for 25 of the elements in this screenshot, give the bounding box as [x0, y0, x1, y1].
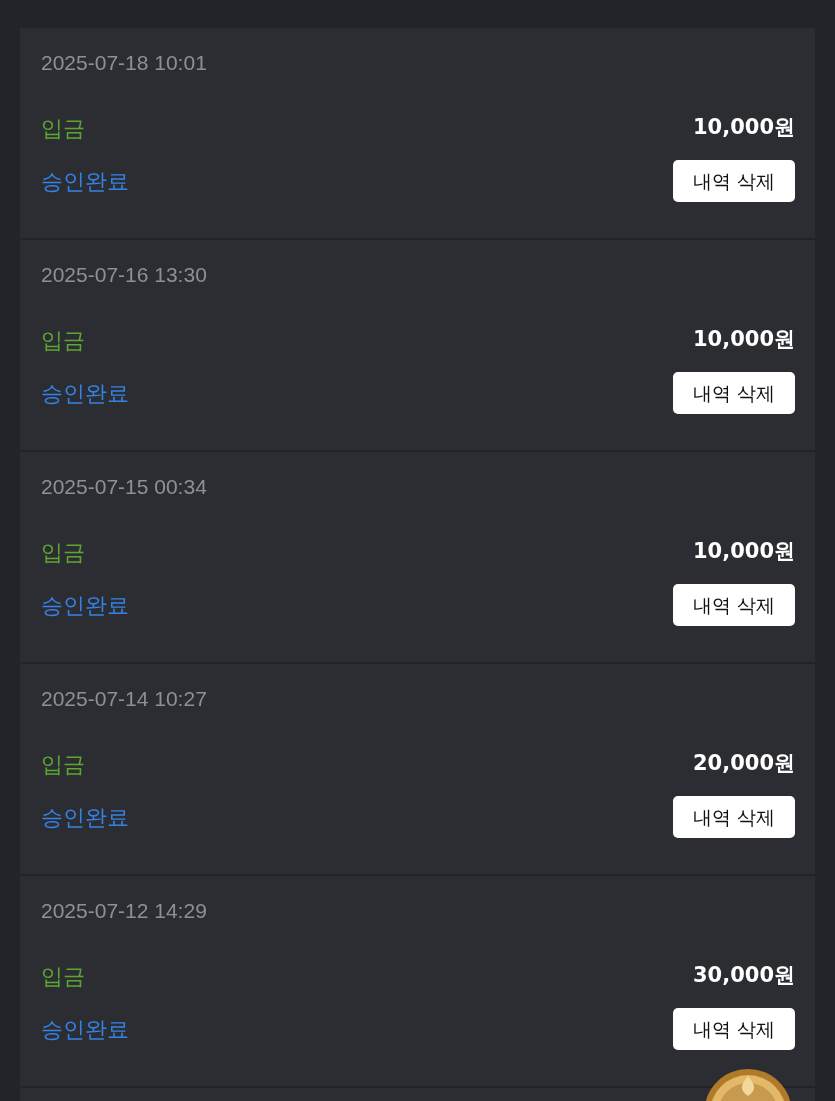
record-date: 2025-07-18 10:01 — [41, 51, 207, 74]
record-amount: 30,000원 — [692, 962, 795, 990]
record-status: 승인완료 — [41, 803, 129, 832]
record-status: 승인완료 — [41, 379, 129, 408]
record-type: 입금 — [41, 326, 85, 355]
delete-button[interactable]: 내역 삭제 — [672, 796, 795, 839]
record-amount: 10,000원 — [692, 538, 795, 566]
record-type: 입금 — [41, 538, 85, 567]
record-status: 승인완료 — [41, 591, 129, 620]
record-date: 2025-07-15 00:34 — [41, 475, 207, 498]
record-date: 2025-07-12 14:29 — [41, 899, 207, 922]
record-date: 2025-07-16 13:30 — [41, 263, 207, 286]
record-type: 입금 — [41, 962, 85, 991]
delete-button[interactable]: 내역 삭제 — [672, 160, 795, 203]
record-amount: 20,000원 — [692, 750, 795, 778]
record-type: 입금 — [41, 114, 85, 143]
delete-button[interactable]: 내역 삭제 — [672, 372, 795, 415]
record-amount: 10,000원 — [692, 114, 795, 142]
record-date: 2025-07-14 10:27 — [41, 687, 207, 710]
record-type: 입금 — [41, 750, 85, 779]
delete-button[interactable]: 내역 삭제 — [672, 1008, 795, 1051]
record-status: 승인완료 — [41, 167, 129, 196]
record-amount: 10,000원 — [692, 326, 795, 354]
delete-button[interactable]: 내역 삭제 — [672, 584, 795, 627]
record-status: 승인완료 — [41, 1015, 129, 1044]
